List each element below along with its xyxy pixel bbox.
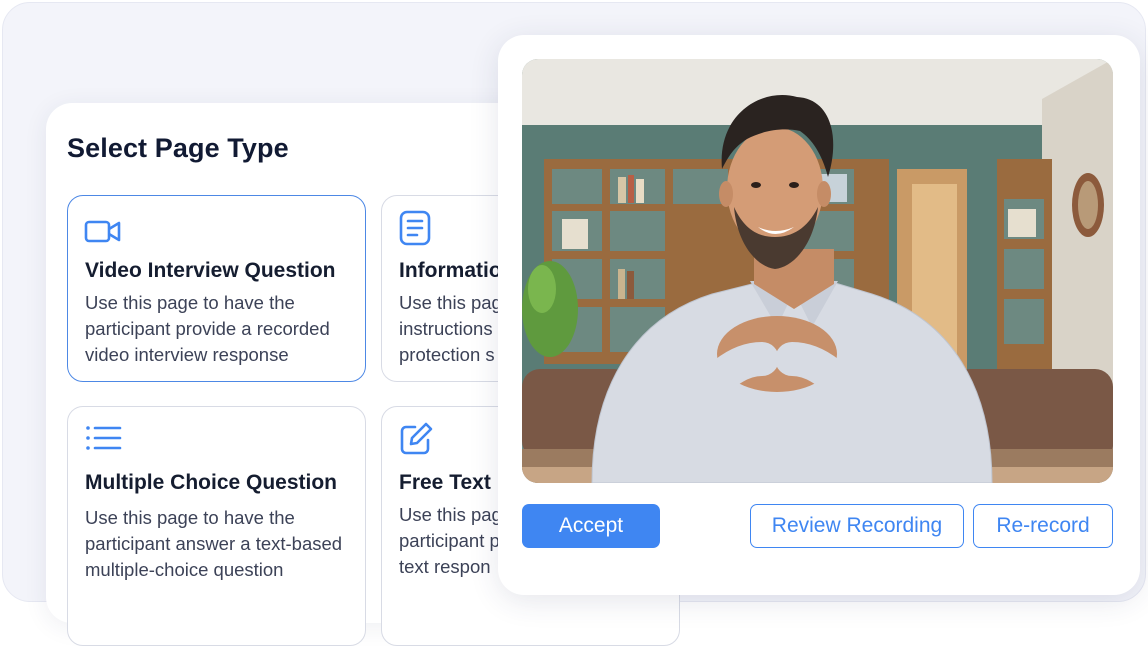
- list-icon: [84, 423, 124, 459]
- page-type-card-multiple-choice[interactable]: Multiple Choice Question Use this page t…: [67, 406, 366, 646]
- card-title: Free Text: [399, 471, 491, 494]
- video-camera-icon: [84, 216, 124, 252]
- card-title: Video Interview Question: [85, 259, 336, 282]
- video-recording-panel: Accept Review Recording Re-record: [498, 35, 1140, 595]
- panel-title: Select Page Type: [67, 133, 289, 163]
- document-icon: [398, 210, 438, 246]
- card-description: Use this pag instructions protection s: [399, 292, 502, 365]
- video-preview[interactable]: [522, 59, 1113, 483]
- webcam-scene: [522, 59, 1113, 483]
- rerecord-button[interactable]: Re-record: [973, 504, 1113, 548]
- card-description: Use this page to have the participant pr…: [85, 292, 330, 365]
- card-title: Informatio: [399, 259, 502, 282]
- accept-button[interactable]: Accept: [522, 504, 660, 548]
- card-description: Use this pag participant p text respon: [399, 504, 502, 577]
- card-title: Multiple Choice Question: [85, 471, 338, 494]
- review-recording-button[interactable]: Review Recording: [750, 504, 964, 548]
- page-type-card-video-interview[interactable]: Video Interview Question Use this page t…: [67, 195, 366, 382]
- edit-icon: [398, 421, 438, 457]
- card-description: Use this page to have the participant an…: [85, 507, 343, 580]
